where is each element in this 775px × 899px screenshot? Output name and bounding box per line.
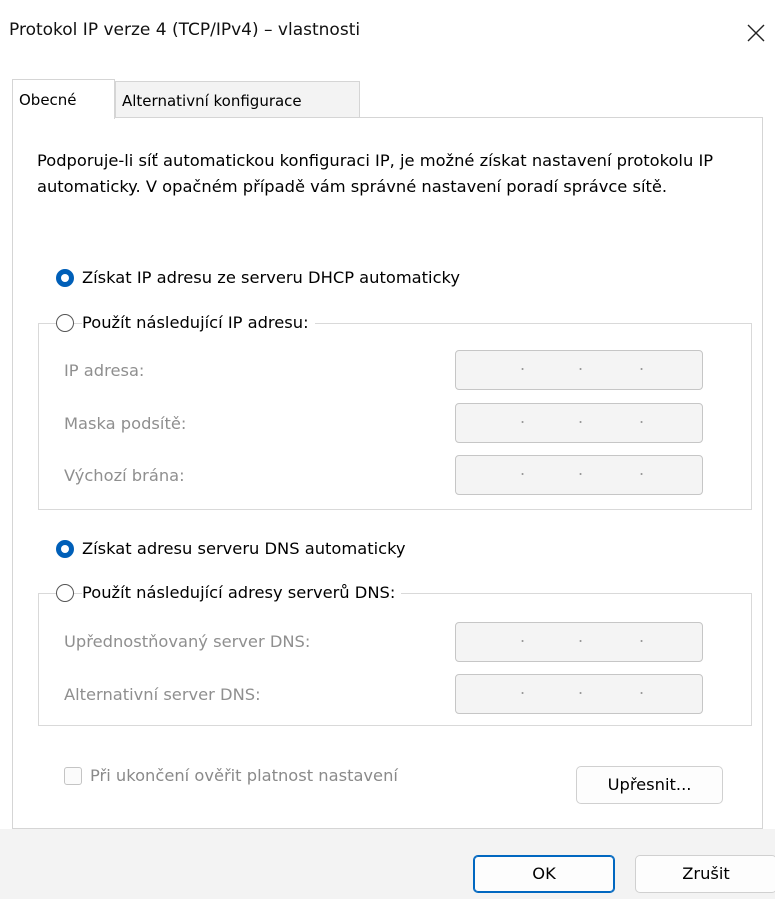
advanced-button[interactable]: Upřesnit... bbox=[576, 766, 723, 804]
cancel-button[interactable]: Zrušit bbox=[635, 855, 775, 893]
default-gateway-label: Výchozí brána: bbox=[64, 466, 185, 485]
radio-dns-auto[interactable]: Získat adresu serveru DNS automaticky bbox=[56, 539, 406, 558]
subnet-mask-input[interactable] bbox=[455, 403, 703, 443]
alternate-dns-input[interactable] bbox=[455, 674, 703, 714]
preferred-dns-label: Upřednostňovaný server DNS: bbox=[64, 632, 311, 651]
validate-on-exit-label: Při ukončení ověřit platnost nastavení bbox=[90, 766, 398, 785]
tab-alternative-config[interactable]: Alternativní konfigurace bbox=[115, 81, 360, 119]
radio-ip-auto[interactable]: Získat IP adresu ze serveru DHCP automat… bbox=[56, 268, 460, 287]
validate-on-exit-box bbox=[64, 766, 82, 785]
radio-dns-auto-label: Získat adresu serveru DNS automaticky bbox=[82, 539, 406, 558]
ip-address-label: IP adresa: bbox=[64, 361, 145, 380]
close-icon bbox=[747, 24, 765, 42]
radio-ip-manual[interactable]: Použít následující IP adresu: bbox=[56, 313, 315, 332]
tab-general-label: Obecné bbox=[19, 91, 77, 109]
tab-general[interactable]: Obecné bbox=[12, 79, 115, 119]
radio-dns-manual[interactable]: Použít následující adresy serverů DNS: bbox=[56, 583, 402, 602]
radio-ip-manual-label: Použít následující IP adresu: bbox=[82, 313, 315, 332]
close-button[interactable] bbox=[737, 10, 775, 56]
validate-on-exit-checkbox[interactable]: Při ukončení ověřit platnost nastavení bbox=[64, 766, 398, 785]
radio-ip-auto-indicator bbox=[56, 268, 74, 287]
ip-address-input[interactable] bbox=[455, 350, 703, 390]
radio-dns-manual-indicator bbox=[56, 583, 74, 602]
subnet-mask-label: Maska podsítě: bbox=[64, 414, 187, 433]
window-title: Protokol IP verze 4 (TCP/IPv4) – vlastno… bbox=[9, 20, 361, 40]
radio-ip-auto-label: Získat IP adresu ze serveru DHCP automat… bbox=[82, 268, 461, 287]
ok-button[interactable]: OK bbox=[473, 855, 615, 893]
radio-dns-manual-label: Použít následující adresy serverů DNS: bbox=[82, 583, 402, 602]
intro-text: Podporuje-li síť automatickou konfigurac… bbox=[37, 151, 714, 196]
title-bar: Protokol IP verze 4 (TCP/IPv4) – vlastno… bbox=[0, 0, 775, 66]
alternate-dns-label: Alternativní server DNS: bbox=[64, 685, 261, 704]
radio-ip-manual-indicator bbox=[56, 313, 74, 332]
radio-dns-auto-indicator bbox=[56, 539, 74, 558]
tab-alternative-config-label: Alternativní konfigurace bbox=[122, 92, 302, 110]
preferred-dns-input[interactable] bbox=[455, 622, 703, 662]
default-gateway-input[interactable] bbox=[455, 455, 703, 495]
